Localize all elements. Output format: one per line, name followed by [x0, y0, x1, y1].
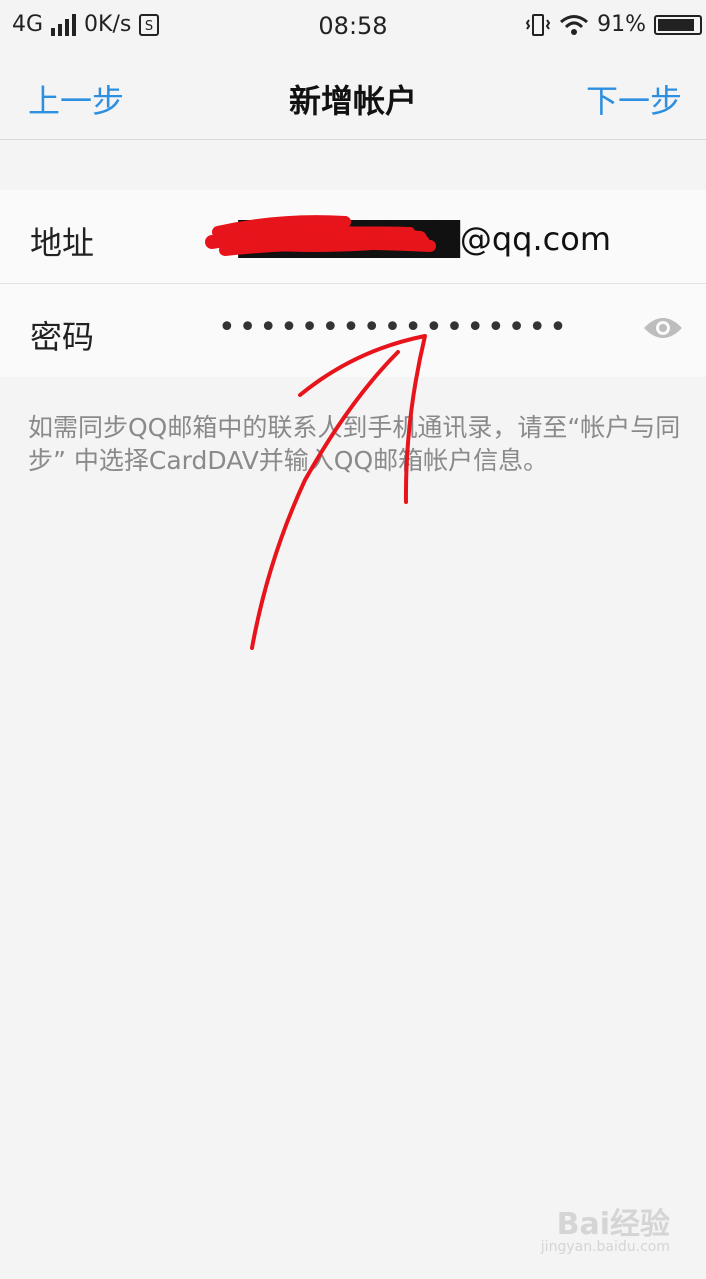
nav-bar: 上一步 新增帐户 下一步	[0, 50, 706, 140]
address-row: 地址 1█████████@qq.com	[0, 190, 706, 283]
next-button[interactable]: 下一步	[586, 76, 682, 122]
arrow-annotation	[250, 334, 427, 650]
watermark-url: jingyan.baidu.com	[540, 1239, 670, 1255]
vibrate-icon	[525, 13, 551, 36]
address-input[interactable]: 1█████████@qq.com	[218, 220, 611, 258]
account-form: 地址 1█████████@qq.com 密码 ••••••••••••••••…	[0, 190, 706, 377]
battery-icon	[654, 14, 702, 35]
password-input[interactable]: •••••••••••••••••	[218, 310, 570, 345]
battery-percent: 91%	[597, 12, 646, 37]
watermark-title: Bai经验	[556, 1207, 670, 1242]
eye-icon[interactable]	[642, 314, 684, 342]
address-label: 地址	[30, 224, 95, 262]
status-right: 91%	[525, 12, 702, 37]
status-bar: 4G 0K/s S 08:58 91%	[0, 0, 706, 50]
wifi-icon	[560, 14, 589, 35]
sync-info-text: 如需同步QQ邮箱中的联系人到手机通讯录，请至“帐户与同步” 中选择CardDAV…	[28, 413, 681, 475]
password-label: 密码	[30, 318, 95, 356]
password-row: 密码 •••••••••••••••••	[0, 283, 706, 377]
watermark-logo: Bai经验 jingyan.baidu.com	[530, 1199, 670, 1261]
